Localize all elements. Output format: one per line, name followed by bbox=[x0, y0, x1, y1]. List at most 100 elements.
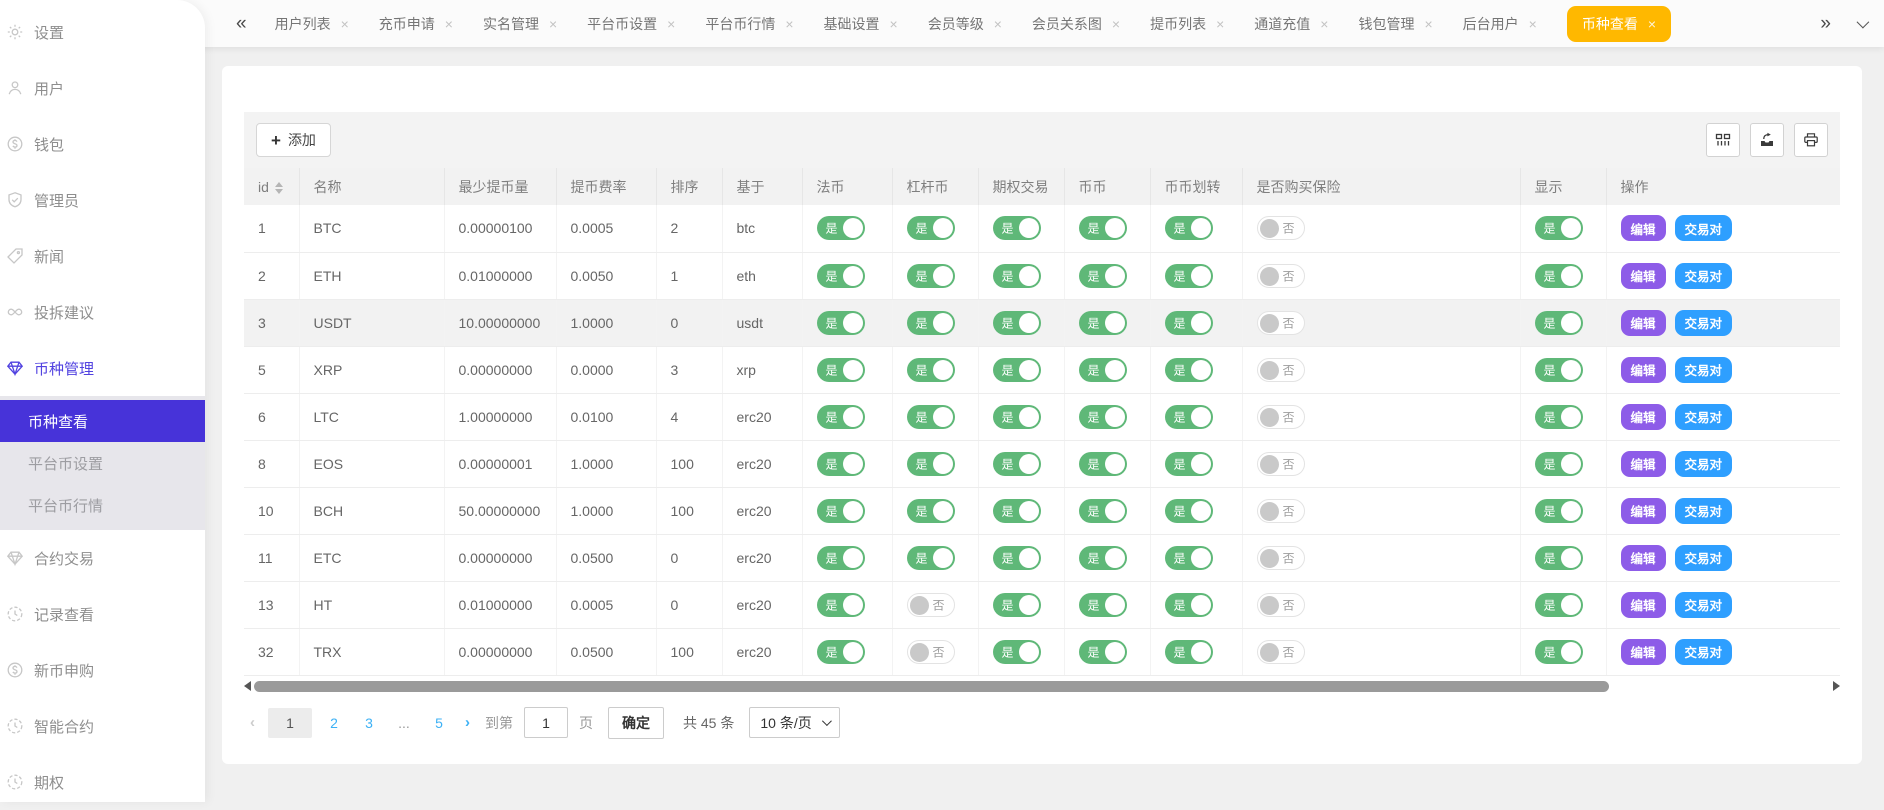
legal-currency-toggle[interactable]: 是 bbox=[817, 499, 865, 523]
trade-pair-button[interactable]: 交易对 bbox=[1675, 545, 1733, 571]
legal-currency-toggle[interactable]: 是 bbox=[817, 358, 865, 382]
tab-close-icon[interactable]: × bbox=[1112, 16, 1120, 32]
coin-transfer-toggle[interactable]: 是 bbox=[1165, 216, 1213, 240]
leverage-coin-toggle[interactable]: 否 bbox=[907, 640, 955, 664]
tab-close-icon[interactable]: × bbox=[341, 16, 349, 32]
page-number-5[interactable]: 5 bbox=[426, 708, 452, 738]
legal-currency-toggle[interactable]: 是 bbox=[817, 546, 865, 570]
tab-close-icon[interactable]: × bbox=[1320, 16, 1328, 32]
tab-close-icon[interactable]: × bbox=[785, 16, 793, 32]
scrollbar-thumb[interactable] bbox=[254, 681, 1609, 692]
trade-pair-button[interactable]: 交易对 bbox=[1675, 404, 1733, 430]
display-toggle[interactable]: 是 bbox=[1535, 593, 1583, 617]
sidebar-item-投拆建议[interactable]: 投拆建议 bbox=[0, 284, 205, 340]
sidebar-item-新币申购[interactable]: 新币申购 bbox=[0, 642, 205, 698]
coin-transfer-toggle[interactable]: 是 bbox=[1165, 311, 1213, 335]
sidebar-item-币种管理[interactable]: 币种管理 bbox=[0, 340, 205, 396]
coin-coin-toggle[interactable]: 是 bbox=[1079, 264, 1127, 288]
tab-平台币设置[interactable]: 平台币设置× bbox=[587, 14, 675, 34]
tab-钱包管理[interactable]: 钱包管理× bbox=[1358, 14, 1432, 34]
edit-button[interactable]: 编辑 bbox=[1621, 310, 1666, 336]
leverage-coin-toggle[interactable]: 否 bbox=[907, 593, 955, 617]
coin-coin-toggle[interactable]: 是 bbox=[1079, 216, 1127, 240]
edit-button[interactable]: 编辑 bbox=[1621, 263, 1666, 289]
tab-后台用户[interactable]: 后台用户× bbox=[1463, 14, 1537, 34]
coin-transfer-toggle[interactable]: 是 bbox=[1165, 499, 1213, 523]
option-trade-toggle[interactable]: 是 bbox=[993, 452, 1041, 476]
print-icon[interactable] bbox=[1794, 123, 1828, 157]
edit-button[interactable]: 编辑 bbox=[1621, 215, 1666, 241]
coin-transfer-toggle[interactable]: 是 bbox=[1165, 593, 1213, 617]
tab-close-icon[interactable]: × bbox=[1648, 16, 1656, 32]
trade-pair-button[interactable]: 交易对 bbox=[1675, 451, 1733, 477]
tab-close-icon[interactable]: × bbox=[667, 16, 675, 32]
tab-close-icon[interactable]: × bbox=[890, 16, 898, 32]
tab-平台币行情[interactable]: 平台币行情× bbox=[705, 14, 793, 34]
submenu-item-币种查看[interactable]: 币种查看 bbox=[0, 400, 205, 442]
tab-close-icon[interactable]: × bbox=[1216, 16, 1224, 32]
prev-page-button[interactable]: ‹ bbox=[246, 714, 259, 731]
tab-基础设置[interactable]: 基础设置× bbox=[824, 14, 898, 34]
coin-transfer-toggle[interactable]: 是 bbox=[1165, 358, 1213, 382]
trade-pair-button[interactable]: 交易对 bbox=[1675, 498, 1733, 524]
tab-close-icon[interactable]: × bbox=[994, 16, 1002, 32]
coin-transfer-toggle[interactable]: 是 bbox=[1165, 405, 1213, 429]
leverage-coin-toggle[interactable]: 是 bbox=[907, 311, 955, 335]
goto-page-input[interactable] bbox=[524, 707, 568, 738]
edit-button[interactable]: 编辑 bbox=[1621, 404, 1666, 430]
sidebar-item-智能合约[interactable]: 智能合约 bbox=[0, 698, 205, 754]
legal-currency-toggle[interactable]: 是 bbox=[817, 405, 865, 429]
tab-提币列表[interactable]: 提币列表× bbox=[1150, 14, 1224, 34]
sidebar-item-管理员[interactable]: 管理员 bbox=[0, 172, 205, 228]
coin-coin-toggle[interactable]: 是 bbox=[1079, 405, 1127, 429]
tab-充币申请[interactable]: 充币申请× bbox=[379, 14, 453, 34]
trade-pair-button[interactable]: 交易对 bbox=[1675, 215, 1733, 241]
coin-coin-toggle[interactable]: 是 bbox=[1079, 593, 1127, 617]
scroll-left-arrow-icon[interactable] bbox=[244, 681, 251, 691]
buy-insurance-toggle[interactable]: 否 bbox=[1257, 499, 1305, 523]
display-toggle[interactable]: 是 bbox=[1535, 452, 1583, 476]
display-toggle[interactable]: 是 bbox=[1535, 311, 1583, 335]
legal-currency-toggle[interactable]: 是 bbox=[817, 311, 865, 335]
tabs-menu-chevron-down-icon[interactable] bbox=[1857, 16, 1870, 29]
tab-会员等级[interactable]: 会员等级× bbox=[928, 14, 1002, 34]
add-button[interactable]: + 添加 bbox=[256, 123, 331, 157]
edit-button[interactable]: 编辑 bbox=[1621, 639, 1666, 665]
option-trade-toggle[interactable]: 是 bbox=[993, 546, 1041, 570]
buy-insurance-toggle[interactable]: 否 bbox=[1257, 593, 1305, 617]
buy-insurance-toggle[interactable]: 否 bbox=[1257, 264, 1305, 288]
leverage-coin-toggle[interactable]: 是 bbox=[907, 358, 955, 382]
sidebar-item-新闻[interactable]: 新闻 bbox=[0, 228, 205, 284]
tab-close-icon[interactable]: × bbox=[1424, 16, 1432, 32]
display-toggle[interactable]: 是 bbox=[1535, 640, 1583, 664]
buy-insurance-toggle[interactable]: 否 bbox=[1257, 216, 1305, 240]
scroll-right-arrow-icon[interactable] bbox=[1833, 681, 1840, 691]
option-trade-toggle[interactable]: 是 bbox=[993, 405, 1041, 429]
leverage-coin-toggle[interactable]: 是 bbox=[907, 216, 955, 240]
option-trade-toggle[interactable]: 是 bbox=[993, 264, 1041, 288]
tab-close-icon[interactable]: × bbox=[1529, 16, 1537, 32]
submenu-item-平台币设置[interactable]: 平台币设置 bbox=[0, 442, 205, 484]
buy-insurance-toggle[interactable]: 否 bbox=[1257, 311, 1305, 335]
edit-button[interactable]: 编辑 bbox=[1621, 592, 1666, 618]
tab-close-icon[interactable]: × bbox=[445, 16, 453, 32]
legal-currency-toggle[interactable]: 是 bbox=[817, 640, 865, 664]
tabs-scroll-left-icon[interactable]: « bbox=[236, 13, 247, 35]
option-trade-toggle[interactable]: 是 bbox=[993, 499, 1041, 523]
edit-button[interactable]: 编辑 bbox=[1621, 357, 1666, 383]
tab-用户列表[interactable]: 用户列表× bbox=[275, 14, 349, 34]
confirm-button[interactable]: 确定 bbox=[608, 707, 664, 739]
sort-carets-icon[interactable] bbox=[275, 182, 283, 194]
tab-通道充值[interactable]: 通道充值× bbox=[1254, 14, 1328, 34]
display-toggle[interactable]: 是 bbox=[1535, 546, 1583, 570]
sidebar-item-用户[interactable]: 用户 bbox=[0, 60, 205, 116]
coin-coin-toggle[interactable]: 是 bbox=[1079, 640, 1127, 664]
page-size-select[interactable]: 10 条/页 bbox=[749, 707, 839, 738]
display-toggle[interactable]: 是 bbox=[1535, 216, 1583, 240]
leverage-coin-toggle[interactable]: 是 bbox=[907, 405, 955, 429]
page-number-3[interactable]: 3 bbox=[356, 708, 382, 738]
coin-transfer-toggle[interactable]: 是 bbox=[1165, 452, 1213, 476]
sidebar-item-记录查看[interactable]: 记录查看 bbox=[0, 586, 205, 642]
coin-coin-toggle[interactable]: 是 bbox=[1079, 311, 1127, 335]
tabs-scroll-right-icon[interactable]: » bbox=[1820, 13, 1831, 35]
